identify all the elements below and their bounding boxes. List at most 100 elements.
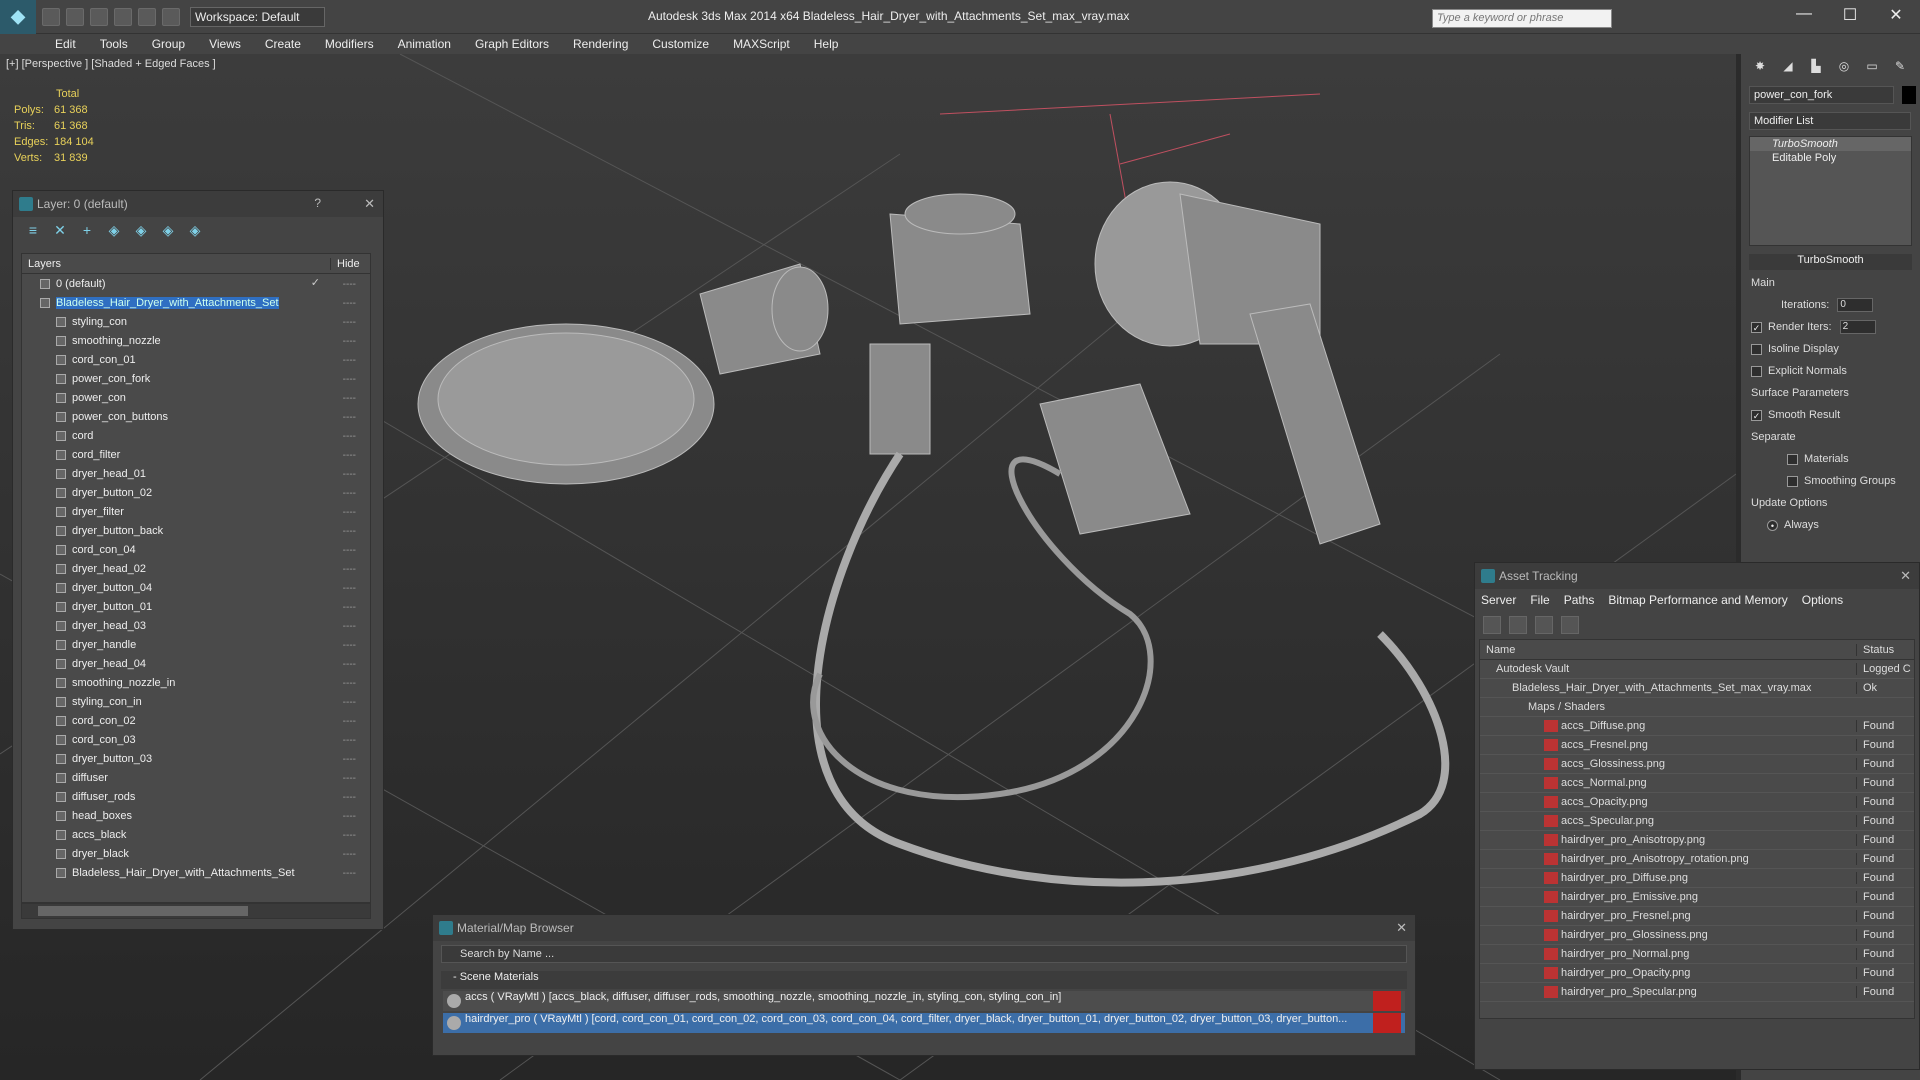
- table-view-icon[interactable]: [1561, 616, 1579, 634]
- hide-toggle[interactable]: ----: [343, 393, 356, 404]
- asset-row[interactable]: accs_Normal.png Found: [1480, 774, 1914, 793]
- layer-row[interactable]: smoothing_nozzle_in ----: [22, 673, 370, 692]
- hide-toggle[interactable]: ----: [343, 564, 356, 575]
- highlight-layer-icon[interactable]: ◈: [133, 222, 149, 238]
- layer-row[interactable]: power_con_fork ----: [22, 369, 370, 388]
- explicit-normals-checkbox[interactable]: [1751, 365, 1762, 377]
- iterations-spinner[interactable]: 0: [1837, 298, 1874, 312]
- material-search-input[interactable]: Search by Name ...: [441, 945, 1407, 963]
- menu-rendering[interactable]: Rendering: [573, 37, 628, 51]
- motion-tab-icon[interactable]: ◎: [1835, 59, 1853, 77]
- redo-icon[interactable]: [138, 7, 156, 26]
- asset-row[interactable]: hairdryer_pro_Fresnel.png Found: [1480, 907, 1914, 926]
- hide-toggle[interactable]: ----: [343, 659, 356, 670]
- hide-toggle[interactable]: ----: [343, 431, 356, 442]
- asset-row[interactable]: accs_Diffuse.png Found: [1480, 717, 1914, 736]
- hide-toggle[interactable]: ----: [343, 450, 356, 461]
- layer-panel-header[interactable]: Layer: 0 (default) ? ✕: [13, 191, 383, 217]
- layer-row[interactable]: dryer_head_01 ----: [22, 464, 370, 483]
- menu-modifiers[interactable]: Modifiers: [325, 37, 374, 51]
- layer-row[interactable]: power_con_buttons ----: [22, 407, 370, 426]
- hide-toggle[interactable]: ----: [343, 678, 356, 689]
- asset-tracking-header[interactable]: Asset Tracking ✕: [1475, 563, 1919, 589]
- hide-toggle[interactable]: ----: [343, 811, 356, 822]
- menu-edit[interactable]: Edit: [55, 37, 76, 51]
- layer-row[interactable]: dryer_black ----: [22, 844, 370, 863]
- stack-item-editable-poly[interactable]: Editable Poly: [1750, 151, 1911, 165]
- object-color-swatch[interactable]: [1902, 86, 1916, 104]
- close-icon[interactable]: ✕: [364, 196, 375, 212]
- hide-toggle[interactable]: ----: [343, 279, 356, 290]
- scroll-thumb[interactable]: [38, 906, 248, 916]
- menu-customize[interactable]: Customize: [652, 37, 709, 51]
- menu-create[interactable]: Create: [265, 37, 301, 51]
- layer-row[interactable]: dryer_head_03 ----: [22, 616, 370, 635]
- hierarchy-tab-icon[interactable]: ▙: [1807, 59, 1825, 77]
- hide-toggle[interactable]: ----: [343, 488, 356, 499]
- scene-materials-section[interactable]: - Scene Materials: [441, 971, 1407, 989]
- modifier-list-dropdown[interactable]: Modifier List: [1749, 112, 1911, 130]
- layer-row[interactable]: dryer_handle ----: [22, 635, 370, 654]
- column-name[interactable]: Name: [1480, 644, 1856, 656]
- hide-toggle[interactable]: ----: [343, 754, 356, 765]
- project-folder-icon[interactable]: [162, 7, 180, 26]
- freeze-all-icon[interactable]: ◈: [187, 222, 203, 238]
- hide-toggle[interactable]: ----: [343, 412, 356, 423]
- layer-row[interactable]: 0 (default) ---- ✓: [22, 274, 370, 293]
- layer-row[interactable]: smoothing_nozzle ----: [22, 331, 370, 350]
- asset-menu-server[interactable]: Server: [1481, 593, 1516, 607]
- layer-row[interactable]: dryer_button_02 ----: [22, 483, 370, 502]
- asset-menu-paths[interactable]: Paths: [1564, 593, 1595, 607]
- hide-toggle[interactable]: ----: [343, 355, 356, 366]
- search-input[interactable]: Type a keyword or phrase: [1432, 9, 1612, 28]
- add-to-layer-icon[interactable]: +: [79, 222, 95, 238]
- layer-row[interactable]: diffuser ----: [22, 768, 370, 787]
- hide-toggle[interactable]: ----: [343, 545, 356, 556]
- hide-toggle[interactable]: ----: [343, 868, 356, 879]
- asset-menu-file[interactable]: File: [1530, 593, 1549, 607]
- layer-row[interactable]: dryer_head_02 ----: [22, 559, 370, 578]
- list-view-icon[interactable]: [1509, 616, 1527, 634]
- layer-row[interactable]: cord_con_04 ----: [22, 540, 370, 559]
- asset-row[interactable]: accs_Specular.png Found: [1480, 812, 1914, 831]
- asset-row[interactable]: hairdryer_pro_Diffuse.png Found: [1480, 869, 1914, 888]
- layer-row[interactable]: cord_con_01 ----: [22, 350, 370, 369]
- material-row-hairdryer-pro[interactable]: hairdryer_pro ( VRayMtl ) [cord, cord_co…: [443, 1013, 1405, 1033]
- hide-all-icon[interactable]: ◈: [160, 222, 176, 238]
- asset-row[interactable]: hairdryer_pro_Opacity.png Found: [1480, 964, 1914, 983]
- always-radio[interactable]: •: [1767, 519, 1778, 531]
- layer-row[interactable]: cord ----: [22, 426, 370, 445]
- asset-row[interactable]: accs_Opacity.png Found: [1480, 793, 1914, 812]
- utilities-tab-icon[interactable]: ✎: [1891, 59, 1909, 77]
- asset-menu-bitmap[interactable]: Bitmap Performance and Memory: [1608, 593, 1787, 607]
- layer-row[interactable]: Bladeless_Hair_Dryer_with_Attachments_Se…: [22, 293, 370, 312]
- asset-menu-options[interactable]: Options: [1802, 593, 1843, 607]
- delete-layer-icon[interactable]: ✕: [52, 222, 68, 238]
- hide-toggle[interactable]: ----: [343, 507, 356, 518]
- asset-row[interactable]: hairdryer_pro_Anisotropy_rotation.png Fou…: [1480, 850, 1914, 869]
- new-file-icon[interactable]: [42, 7, 60, 26]
- select-objects-icon[interactable]: ◈: [106, 222, 122, 238]
- asset-row[interactable]: accs_Glossiness.png Found: [1480, 755, 1914, 774]
- stack-item-turbosmooth[interactable]: TurboSmooth: [1750, 137, 1911, 151]
- hide-toggle[interactable]: ----: [343, 640, 356, 651]
- hide-toggle[interactable]: ----: [343, 792, 356, 803]
- create-tab-icon[interactable]: ✸: [1751, 59, 1769, 77]
- asset-row[interactable]: hairdryer_pro_Specular.png Found: [1480, 983, 1914, 1002]
- hide-toggle[interactable]: ----: [343, 773, 356, 784]
- display-tab-icon[interactable]: ▭: [1863, 59, 1881, 77]
- layer-row[interactable]: cord_con_02 ----: [22, 711, 370, 730]
- hide-toggle[interactable]: ----: [343, 317, 356, 328]
- hide-toggle[interactable]: ----: [343, 298, 356, 309]
- menu-tools[interactable]: Tools: [100, 37, 128, 51]
- column-layers[interactable]: Layers: [22, 258, 330, 270]
- close-icon[interactable]: ✕: [1900, 568, 1911, 584]
- material-browser-header[interactable]: Material/Map Browser ✕: [433, 915, 1415, 941]
- menu-animation[interactable]: Animation: [398, 37, 451, 51]
- create-layer-icon[interactable]: ≡: [25, 222, 41, 238]
- hide-toggle[interactable]: ----: [343, 583, 356, 594]
- horizontal-scrollbar[interactable]: [21, 903, 371, 919]
- hide-toggle[interactable]: ----: [343, 602, 356, 613]
- layer-row[interactable]: dryer_button_01 ----: [22, 597, 370, 616]
- asset-row[interactable]: hairdryer_pro_Emissive.png Found: [1480, 888, 1914, 907]
